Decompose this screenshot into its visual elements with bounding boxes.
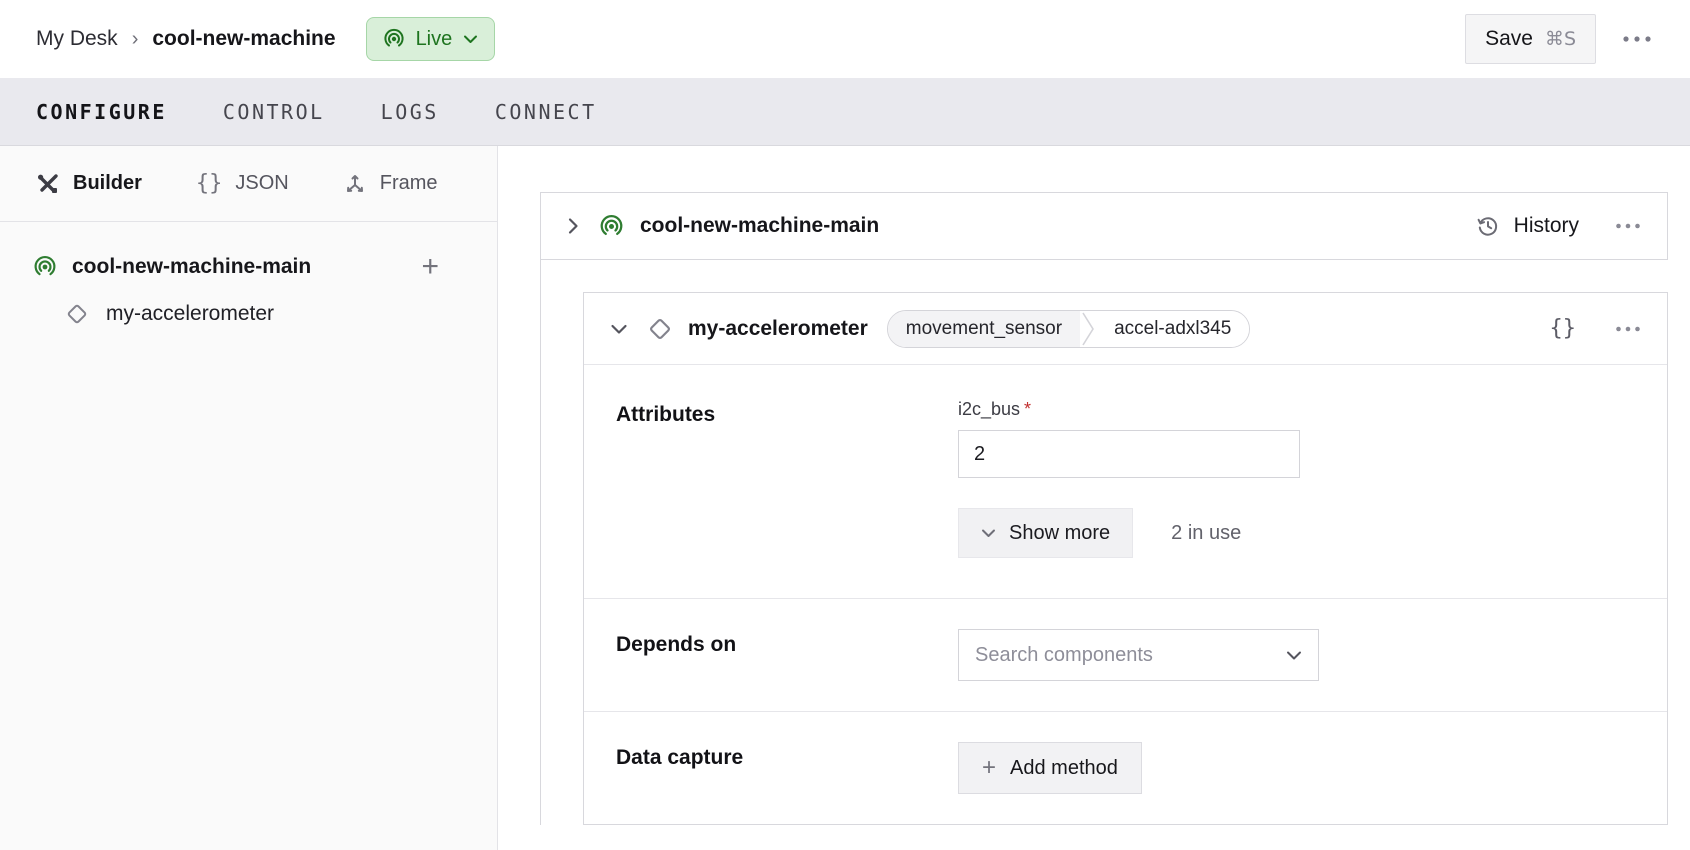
breadcrumb-root-link[interactable]: My Desk [36,27,118,51]
depends-on-field [958,629,1641,681]
data-capture-field: + Add method [958,742,1641,794]
config-sidebar: Builder {} JSON Frame [0,146,498,850]
tree-item-accelerometer[interactable]: my-accelerometer [0,290,497,338]
view-frame-button[interactable]: Frame [343,172,438,196]
tree-item-machine-part[interactable]: cool-new-machine-main + [0,244,497,290]
component-model-badge: accel-adxl345 [1096,311,1249,347]
machine-part-card: cool-new-machine-main History [540,192,1668,260]
add-method-label: Add method [1010,757,1118,780]
overflow-menu-icon [1615,222,1641,230]
view-frame-label: Frame [380,172,438,195]
breadcrumb-separator-icon: › [132,28,139,51]
required-marker: * [1024,399,1031,419]
history-button[interactable]: History [1476,214,1579,238]
attributes-usage-count: 2 in use [1171,522,1241,545]
tab-control[interactable]: CONTROL [223,94,325,130]
component-type-model-pill[interactable]: movement_sensor accel-adxl345 [887,310,1251,348]
attributes-section-label: Attributes [616,399,958,558]
accelerometer-card: my-accelerometer movement_sensor accel-a… [583,292,1668,825]
diamond-icon [65,302,89,326]
pill-divider-icon [1080,311,1096,347]
show-more-row: Show more 2 in use [958,508,1641,558]
data-capture-section-label: Data capture [616,742,958,794]
machine-card-overflow-menu[interactable] [1615,222,1641,230]
chevron-down-icon [463,34,478,44]
component-card-wrapper: my-accelerometer movement_sensor accel-a… [540,292,1668,825]
content-area: Builder {} JSON Frame [0,146,1690,850]
view-builder-button[interactable]: Builder [36,172,142,196]
plus-icon: + [982,756,996,780]
attributes-fields: i2c_bus* Show more 2 in use [958,399,1641,558]
collapse-component-card-button[interactable] [606,319,632,339]
top-bar-overflow-menu[interactable] [1622,35,1652,43]
i2c-bus-field-label: i2c_bus* [958,399,1641,420]
history-button-label: History [1514,214,1579,238]
i2c-bus-input[interactable] [958,430,1300,478]
diamond-icon [647,316,673,342]
chevron-down-icon [981,528,996,538]
edit-json-button[interactable]: {} [1550,316,1577,341]
accelerometer-card-header: my-accelerometer movement_sensor accel-a… [584,293,1667,365]
braces-icon: {} [196,171,223,196]
component-type-badge: movement_sensor [888,311,1080,347]
top-bar: My Desk › cool-new-machine Live Save ⌘S [0,0,1690,78]
breadcrumb-machine-name: cool-new-machine [152,27,335,51]
overflow-menu-icon [1622,35,1652,43]
viam-config-app: My Desk › cool-new-machine Live Save ⌘S [0,0,1690,850]
machine-status-dropdown[interactable]: Live [366,17,496,61]
add-method-button[interactable]: + Add method [958,742,1142,794]
component-card-title: my-accelerometer [688,317,868,341]
broadcast-icon [383,28,405,50]
broadcast-icon [599,214,624,239]
tree-item-accelerometer-label: my-accelerometer [106,302,274,326]
machine-part-card-title: cool-new-machine-main [640,214,879,238]
tree-item-machine-part-label: cool-new-machine-main [72,255,311,279]
chevron-down-icon [610,323,628,335]
config-view-switcher: Builder {} JSON Frame [0,146,497,222]
config-main-panel: cool-new-machine-main History [498,146,1690,850]
search-components-input[interactable] [975,644,1278,667]
broadcast-icon [33,255,57,279]
tools-icon [36,172,60,196]
show-more-label: Show more [1009,522,1110,545]
status-badge: Live [416,28,453,51]
depends-on-section: Depends on [584,599,1667,712]
chevron-down-icon [1286,650,1302,661]
frame-axes-icon [343,172,367,196]
history-clock-icon [1476,214,1500,238]
show-more-button[interactable]: Show more [958,508,1133,558]
i2c-bus-label-text: i2c_bus [958,399,1020,419]
depends-on-section-label: Depends on [616,629,958,681]
save-button-label: Save [1485,27,1533,51]
tab-logs[interactable]: LOGS [381,94,439,130]
view-json-button[interactable]: {} JSON [196,171,289,196]
save-button[interactable]: Save ⌘S [1465,14,1596,64]
overflow-menu-icon [1615,325,1641,333]
depends-on-select[interactable] [958,629,1319,681]
component-card-overflow-menu[interactable] [1615,325,1641,333]
tree-connector-line [540,260,541,825]
add-component-button[interactable]: + [421,252,439,282]
attributes-section: Attributes i2c_bus* [584,365,1667,599]
tab-connect[interactable]: CONNECT [495,94,597,130]
tab-configure[interactable]: CONFIGURE [36,94,167,130]
data-capture-section: Data capture + Add method [584,712,1667,824]
expand-machine-card-button[interactable] [563,213,583,239]
view-json-label: JSON [235,172,288,195]
main-tab-bar: CONFIGURE CONTROL LOGS CONNECT [0,78,1690,146]
save-shortcut-hint: ⌘S [1545,28,1576,50]
view-builder-label: Builder [73,172,142,195]
component-tree: cool-new-machine-main + my-accelerometer [0,222,497,338]
chevron-right-icon [567,217,579,235]
